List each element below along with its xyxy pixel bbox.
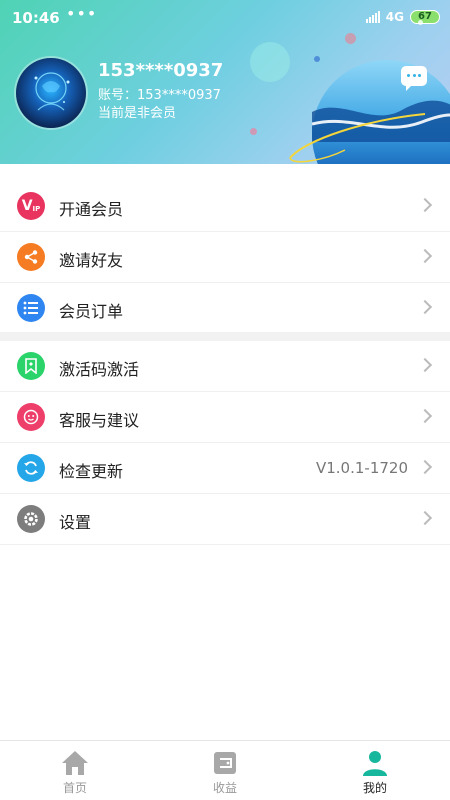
- chevron-right-icon: [417, 510, 433, 526]
- bottom-navigation: 首页 收益 我的: [0, 740, 450, 800]
- gear-icon: [17, 505, 45, 533]
- status-time: 10:46: [12, 9, 60, 27]
- tab-label: 我的: [362, 781, 387, 795]
- bookmark-icon: [17, 352, 45, 380]
- menu-label: 邀请好友: [59, 251, 124, 270]
- user-icon: [363, 751, 387, 776]
- menu-label: 客服与建议: [59, 411, 140, 430]
- menu-group-1: V IP 开通会员 邀请好友 会员订单: [0, 181, 450, 334]
- app-version: V1.0.1-1720: [315, 459, 408, 477]
- refresh-icon: [17, 454, 45, 482]
- signal-icon: [365, 11, 380, 23]
- status-bar: 10:46 ••• 4G 67: [0, 0, 450, 36]
- ai-brain-avatar-icon: [34, 72, 70, 111]
- message-icon[interactable]: [401, 66, 427, 91]
- menu-label: 激活码激活: [59, 360, 140, 379]
- home-icon: [62, 751, 88, 775]
- menu-label: 会员订单: [59, 302, 124, 321]
- decor-dot: [314, 56, 320, 62]
- list-icon: [17, 294, 45, 322]
- smile-icon: [17, 403, 45, 431]
- chevron-right-icon: [417, 459, 433, 475]
- menu-group-2: 激活码激活 客服与建议 检查更新 V1.0.1-1720 设置: [0, 341, 450, 545]
- menu-label: 检查更新: [59, 462, 124, 481]
- menu-label: 开通会员: [59, 200, 124, 219]
- menu-label: 设置: [59, 513, 92, 532]
- account-number: 账号：153****0937: [98, 88, 221, 103]
- section-divider: [0, 332, 450, 341]
- chevron-right-icon: [417, 357, 433, 373]
- menu-item-orders[interactable]: 会员订单: [0, 283, 450, 334]
- chevron-right-icon: [417, 408, 433, 424]
- decor-dot: [250, 128, 257, 135]
- menu-item-invite[interactable]: 邀请好友: [0, 232, 450, 283]
- avatar[interactable]: [16, 58, 86, 128]
- profile-header: 10:46 ••• 4G 67 153****0937 账号：153****09…: [0, 0, 450, 164]
- network-type: 4G: [385, 10, 404, 24]
- orbit-illustration: [289, 113, 426, 163]
- user-phone: 153****0937: [98, 60, 224, 81]
- decor-bubble: [250, 42, 290, 82]
- membership-status: 当前是非会员: [98, 106, 177, 121]
- vip-icon: V IP: [17, 192, 45, 220]
- tab-mine[interactable]: 我的: [300, 741, 450, 800]
- chevron-right-icon: [417, 299, 433, 315]
- tab-label: 首页: [62, 781, 87, 795]
- tab-earnings[interactable]: 收益: [150, 741, 300, 800]
- share-icon: [17, 243, 45, 271]
- chevron-right-icon: [417, 197, 433, 213]
- battery-icon: 67: [410, 10, 440, 24]
- decor-dot: [345, 33, 356, 44]
- menu-item-support[interactable]: 客服与建议: [0, 392, 450, 443]
- menu-item-activation-code[interactable]: 激活码激活: [0, 341, 450, 392]
- tab-home[interactable]: 首页: [0, 741, 150, 800]
- menu-item-check-update[interactable]: 检查更新 V1.0.1-1720: [0, 443, 450, 494]
- tab-label: 收益: [212, 781, 237, 795]
- notification-dots: •••: [66, 4, 98, 23]
- decor-dot: [418, 20, 423, 25]
- wallet-icon: [214, 752, 236, 774]
- chevron-right-icon: [417, 248, 433, 264]
- menu-item-vip[interactable]: V IP 开通会员: [0, 181, 450, 232]
- menu-item-settings[interactable]: 设置: [0, 494, 450, 545]
